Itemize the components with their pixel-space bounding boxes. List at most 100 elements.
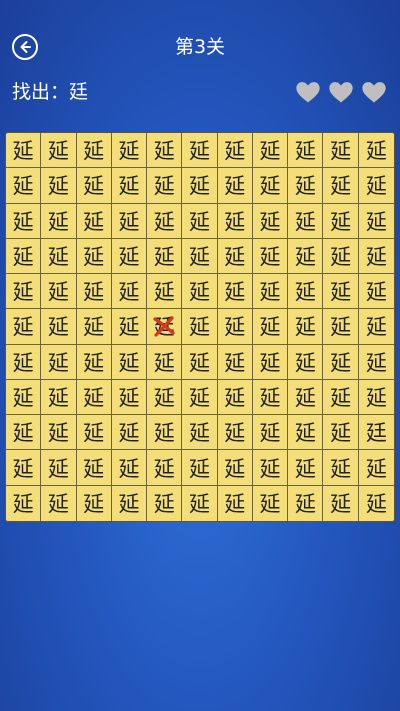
board-cell[interactable]: 延	[76, 450, 112, 486]
board-cell[interactable]: 延	[41, 133, 77, 169]
board-cell[interactable]: 延	[147, 168, 183, 204]
board-cell[interactable]: 延	[288, 344, 324, 380]
board-cell[interactable]: 延	[323, 344, 359, 380]
board-cell[interactable]: 廷	[147, 309, 183, 345]
board-cell[interactable]: 延	[111, 238, 148, 275]
board-cell[interactable]: 延	[182, 274, 218, 310]
board-cell[interactable]: 延	[76, 238, 112, 275]
board-cell[interactable]: 延	[323, 450, 359, 486]
board-cell[interactable]: 延	[252, 344, 289, 380]
board-cell[interactable]: 延	[182, 344, 218, 380]
board-cell[interactable]: 延	[358, 450, 394, 486]
board-cell[interactable]: 延	[76, 344, 112, 380]
board-cell[interactable]: 延	[147, 450, 183, 486]
board-cell[interactable]: 延	[6, 415, 42, 451]
board-cell[interactable]: 延	[182, 450, 218, 486]
board-cell[interactable]: 延	[41, 168, 77, 204]
board-cell[interactable]: 延	[252, 133, 289, 169]
board-cell[interactable]: 延	[111, 379, 148, 416]
board-cell[interactable]: 延	[217, 344, 253, 380]
board-cell[interactable]: 延	[147, 238, 183, 275]
board-cell[interactable]: 延	[217, 274, 253, 310]
board-cell[interactable]: 延	[323, 238, 359, 275]
board-cell[interactable]: 延	[252, 238, 289, 275]
board-cell[interactable]: 延	[76, 415, 112, 451]
board-cell[interactable]: 延	[182, 309, 218, 345]
board-cell[interactable]: 延	[111, 415, 148, 451]
board-cell[interactable]: 延	[111, 344, 148, 380]
board-cell[interactable]: 延	[288, 238, 324, 275]
board-cell[interactable]: 延	[217, 168, 253, 204]
board-cell[interactable]: 延	[41, 415, 77, 451]
board-cell[interactable]: 延	[41, 379, 77, 416]
board-cell[interactable]: 延	[76, 168, 112, 204]
board-cell[interactable]: 延	[217, 415, 253, 451]
board-cell[interactable]: 延	[41, 203, 77, 239]
board-cell[interactable]: 延	[147, 133, 183, 169]
board-cell[interactable]: 延	[358, 239, 394, 275]
board-cell[interactable]: 延	[182, 168, 218, 204]
board-cell[interactable]: 延	[217, 450, 253, 486]
board-cell[interactable]: 延	[111, 133, 148, 169]
board-cell[interactable]: 延	[6, 485, 42, 521]
board-cell[interactable]: 延	[182, 238, 218, 275]
board-cell[interactable]: 延	[288, 415, 324, 451]
board-cell[interactable]: 延	[6, 309, 42, 345]
board-cell[interactable]: 延	[323, 203, 359, 239]
board-cell[interactable]: 延	[217, 203, 253, 239]
board-cell[interactable]: 延	[217, 379, 253, 416]
board-cell[interactable]: 延	[76, 133, 112, 169]
board-cell[interactable]: 延	[6, 344, 42, 380]
board-cell[interactable]: 延	[217, 133, 253, 169]
board-cell[interactable]: 延	[147, 274, 183, 310]
board-cell[interactable]: 延	[358, 204, 394, 239]
board-cell[interactable]: 延	[288, 485, 324, 521]
board-cell[interactable]: 延	[147, 415, 183, 451]
board-cell[interactable]: 延	[252, 450, 289, 486]
board-cell[interactable]: 延	[182, 379, 218, 416]
board-cell[interactable]: 延	[182, 133, 218, 169]
board-cell[interactable]: 延	[323, 274, 359, 310]
board-cell[interactable]: 延	[182, 415, 218, 451]
board-cell[interactable]: 延	[252, 274, 289, 310]
board-cell[interactable]: 延	[6, 274, 42, 310]
board-cell[interactable]: 延	[358, 380, 394, 416]
board-cell[interactable]: 延	[147, 203, 183, 239]
board-cell[interactable]: 延	[218, 485, 253, 521]
board-cell[interactable]: 延	[252, 309, 289, 345]
board-cell[interactable]: 延	[76, 203, 112, 239]
board-cell[interactable]: 延	[41, 309, 77, 345]
board-cell[interactable]: 延	[111, 309, 148, 345]
board-cell[interactable]: 延	[288, 450, 324, 486]
board-cell[interactable]: 延	[323, 309, 359, 345]
board-cell[interactable]: 延	[41, 238, 77, 275]
board-cell[interactable]: 延	[288, 133, 324, 169]
board-cell[interactable]: 延	[359, 486, 394, 521]
board-cell[interactable]: 延	[323, 168, 359, 204]
board-cell[interactable]: 延	[182, 203, 218, 239]
board-cell[interactable]: 延	[147, 485, 183, 521]
board-cell[interactable]: 延	[41, 450, 77, 486]
board-cell[interactable]: 延	[288, 168, 324, 204]
board-cell[interactable]: 延	[288, 203, 324, 239]
board-cell[interactable]: 延	[6, 379, 42, 416]
board-cell[interactable]: 延	[358, 168, 394, 204]
board-cell[interactable]: 延	[182, 485, 218, 521]
board-cell[interactable]: 延	[6, 238, 42, 275]
board-cell[interactable]: 延	[111, 450, 148, 486]
board-cell[interactable]: 延	[6, 203, 42, 239]
board-cell[interactable]: 延	[253, 485, 289, 521]
board-cell[interactable]: 延	[111, 168, 148, 204]
board-cell[interactable]: 延	[111, 203, 148, 239]
board-cell[interactable]: 延	[76, 274, 112, 310]
board-cell[interactable]: 延	[252, 203, 289, 239]
board-cell[interactable]: 延	[323, 379, 359, 416]
board-cell[interactable]: 延	[76, 379, 112, 416]
board-cell[interactable]: 延	[147, 344, 183, 380]
board-cell[interactable]: 延	[358, 133, 394, 169]
board-cell[interactable]: 延	[147, 379, 183, 416]
board-cell[interactable]: 延	[288, 309, 324, 345]
board-cell[interactable]: 延	[217, 238, 253, 275]
board-cell[interactable]: 延	[76, 309, 112, 345]
board-cell[interactable]: 延	[323, 415, 359, 451]
